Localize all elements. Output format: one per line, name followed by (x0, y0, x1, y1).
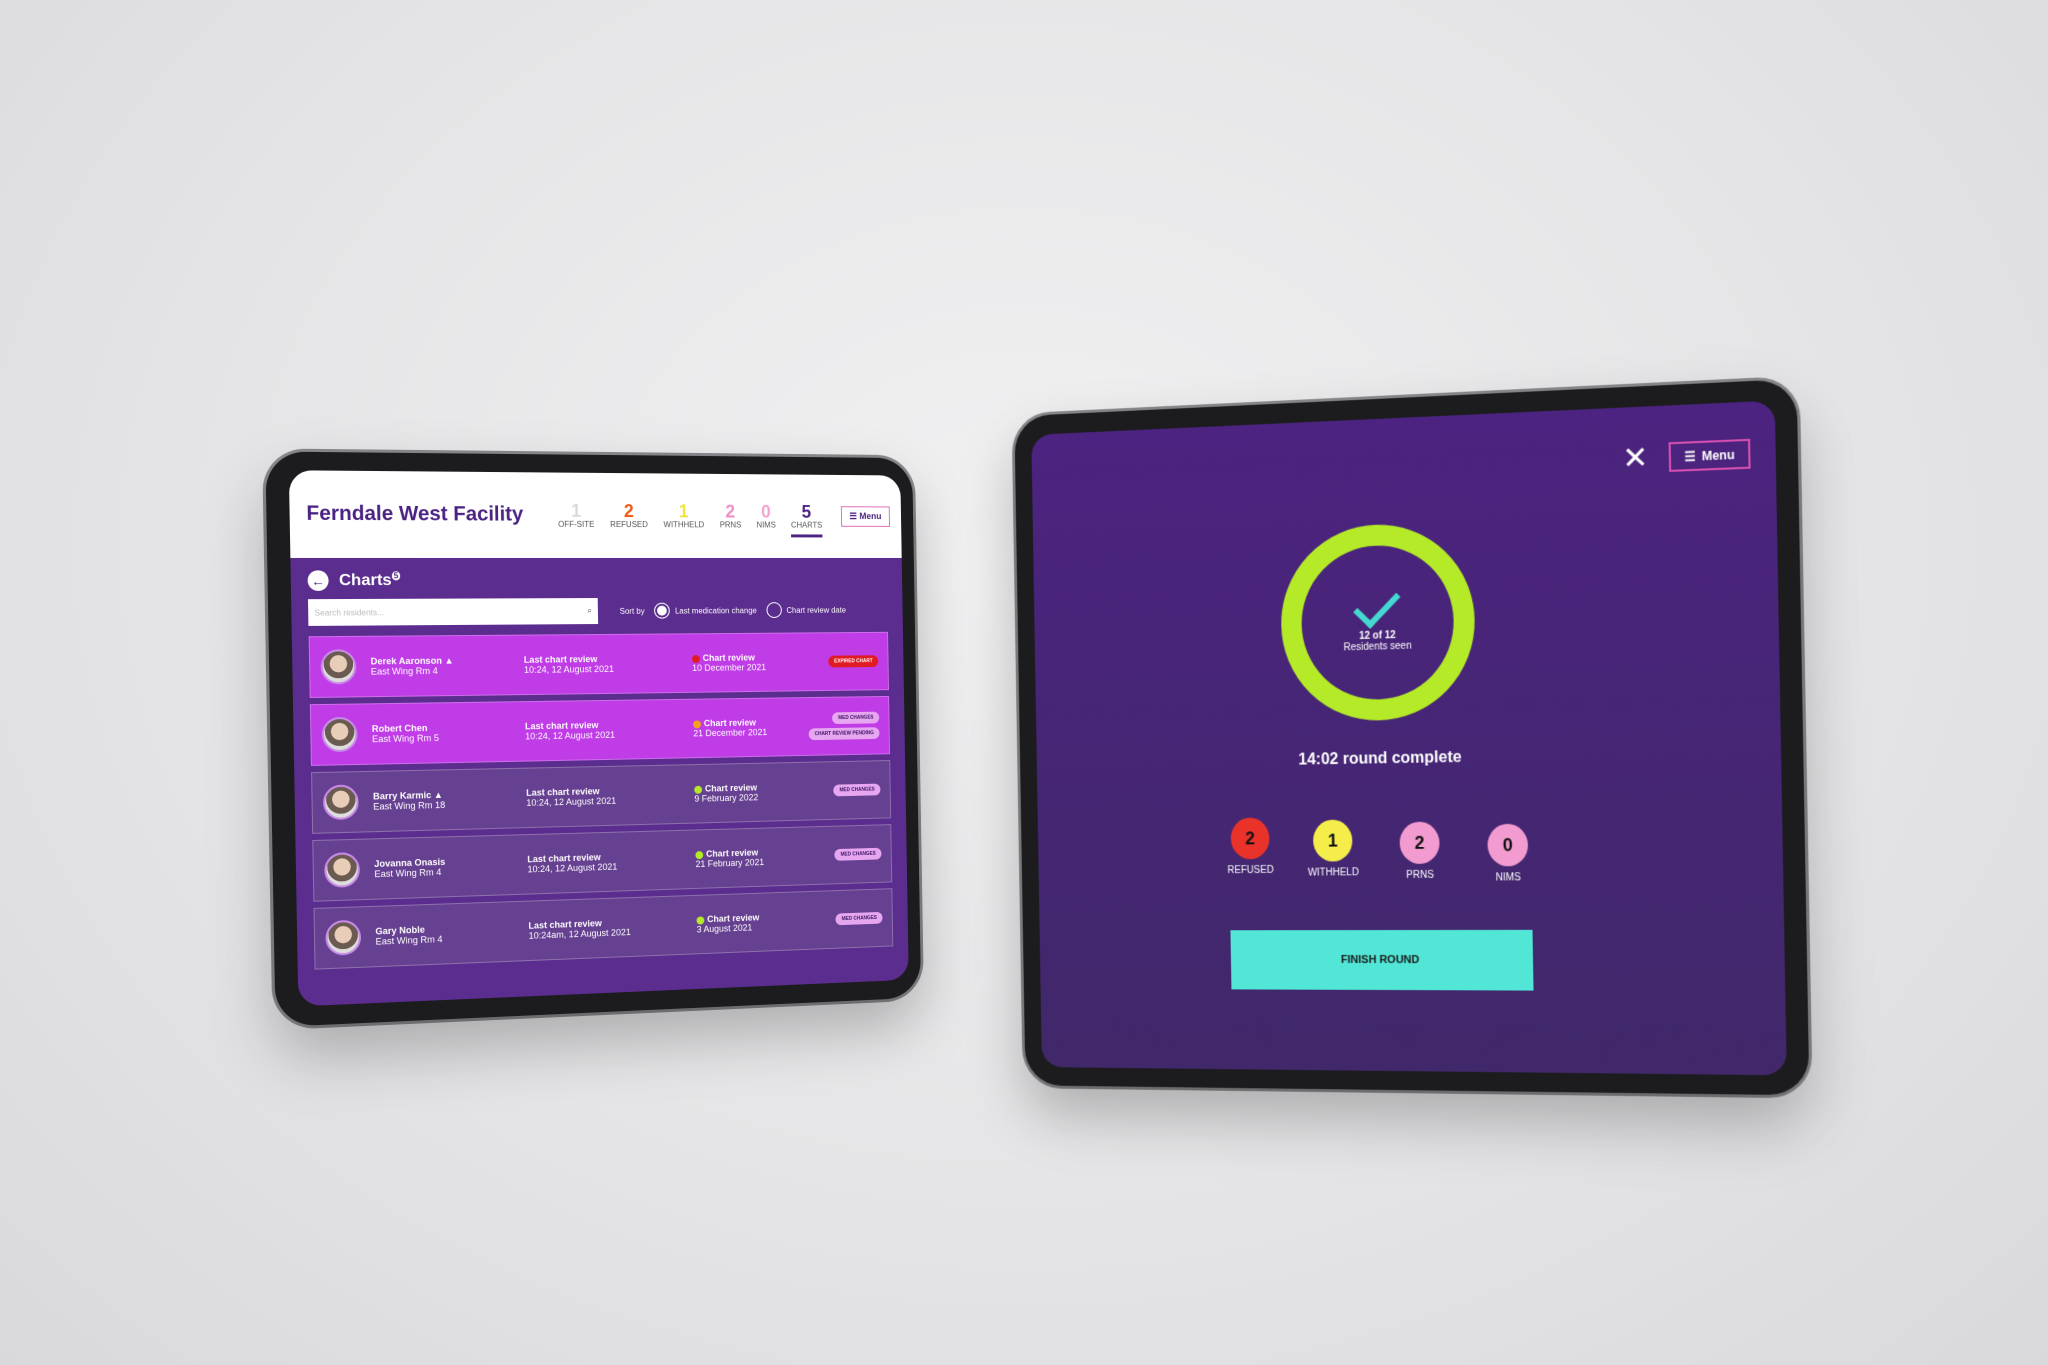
status-badge: EXPIRED CHART (828, 655, 879, 668)
stat-prns[interactable]: 2 PRNS (719, 501, 742, 530)
charts-count-badge: 5 (391, 571, 401, 581)
header: Ferndale West Facility 1 OFF-SITE 2 REFUSED… (288, 470, 902, 558)
review-date: 10 December 2021 (692, 662, 767, 673)
stat-label: OFF-SITE (557, 519, 595, 529)
stat-label: REFUSED (610, 519, 648, 530)
status-dot-icon (691, 654, 700, 663)
avatar (324, 852, 361, 889)
search-icon: ⌕ (587, 606, 593, 616)
seen-label: Residents seen (1343, 640, 1412, 654)
menu-label: Menu (1701, 447, 1735, 463)
progress-ring: 12 of 12 Residents seen (1279, 521, 1477, 723)
avatar (321, 716, 358, 753)
count-prns: 2 PRNS (1380, 821, 1461, 881)
status-badge: MED CHANGES (834, 847, 882, 861)
status-badge: MED CHANGES (832, 711, 880, 725)
status-dot-icon (695, 850, 704, 859)
stat-value: 5 (801, 502, 812, 522)
stat-label: WITHHELD (663, 520, 705, 530)
review-date: 9 February 2022 (694, 792, 759, 804)
status-badge: CHART REVIEW PENDING (808, 727, 880, 741)
sort-radio-last-med-change[interactable] (654, 602, 671, 619)
search-input[interactable]: Search residents... ⌕ (307, 598, 599, 626)
search-placeholder: Search residents... (314, 607, 385, 618)
resident-room: East Wing Rm 4 (370, 665, 438, 677)
stat-value: 2 (623, 501, 634, 522)
menu-button[interactable]: ☰ Menu (1668, 438, 1751, 472)
status-badge: MED CHANGES (833, 783, 881, 797)
stat-nims[interactable]: 0 NIMS (756, 501, 776, 530)
menu-label: Menu (859, 511, 882, 522)
review-label: Chart review (702, 652, 755, 663)
count-label: PRNS (1406, 869, 1435, 881)
status-dot-icon (694, 785, 703, 794)
checkmark-icon (1353, 580, 1401, 629)
resident-room: East Wing Rm 5 (371, 732, 440, 745)
sort-radio-chart-review-date[interactable] (766, 602, 782, 618)
status-dot-icon (693, 720, 702, 729)
facility-title: Ferndale West Facility (306, 502, 524, 526)
close-icon[interactable]: ✕ (1622, 441, 1649, 476)
last-review-date: 10:24, 12 August 2021 (525, 729, 616, 742)
resident-row[interactable]: Gary Noble East Wing Rm 4 Last chart revi… (313, 888, 894, 970)
stat-value: 0 (760, 501, 771, 522)
finish-round-button[interactable]: FINISH ROUND (1230, 929, 1534, 991)
count-nims: 0 NIMS (1467, 823, 1549, 884)
back-arrow-icon[interactable]: ← (307, 570, 329, 591)
count-value: 1 (1312, 819, 1353, 862)
stat-value: 1 (678, 501, 689, 522)
stat-off-site[interactable]: 1 OFF-SITE (557, 500, 595, 529)
avatar (320, 649, 357, 685)
stat-label: CHARTS (790, 520, 823, 530)
right-tablet: ✕ ☰ Menu 12 of 12 Residents seen 14:02 ro… (1014, 378, 1810, 1096)
count-value: 2 (1399, 821, 1440, 865)
stat-refused[interactable]: 2 REFUSED (610, 501, 648, 530)
status-badge: MED CHANGES (835, 911, 883, 926)
avatar (325, 919, 362, 956)
status-dot-icon (696, 916, 705, 925)
sort-by-label: Sort by (619, 606, 645, 616)
charts-title-text: Charts (338, 571, 392, 589)
sort-option-label: Chart review date (786, 605, 846, 615)
left-tablet: Ferndale West Facility 1 OFF-SITE 2 REFUSED… (265, 451, 922, 1028)
resident-row[interactable]: Barry Karmic ▲ East Wing Rm 18 Last chart… (311, 760, 892, 834)
stat-value: 2 (725, 501, 736, 522)
menu-button[interactable]: ☰ Menu (840, 506, 890, 527)
resident-row[interactable]: Jovanna Onasis East Wing Rm 4 Last chart … (312, 824, 893, 902)
stat-label: NIMS (756, 520, 776, 530)
resident-row[interactable]: Robert Chen East Wing Rm 5 Last chart rev… (309, 695, 891, 766)
stat-label: PRNS (719, 520, 742, 530)
sort-option-label: Last medication change (674, 605, 757, 616)
count-value: 0 (1487, 823, 1529, 867)
count-label: NIMS (1495, 872, 1522, 884)
count-withheld: 1 WITHHELD (1293, 819, 1372, 879)
last-review-date: 10:24, 12 August 2021 (523, 663, 614, 675)
hamburger-icon: ☰ (1684, 448, 1696, 464)
charts-screen: Ferndale West Facility 1 OFF-SITE 2 REFUSED… (288, 470, 909, 1007)
stat-charts[interactable]: 5 CHARTS (790, 502, 823, 530)
round-complete-text: 14:02 round complete (1298, 748, 1462, 769)
stat-value: 1 (570, 500, 582, 521)
count-label: REFUSED (1227, 864, 1274, 877)
avatar (322, 784, 359, 821)
resident-row[interactable]: Derek Aaronson ▲ East Wing Rm 4 Last char… (308, 631, 889, 699)
count-refused: 2 REFUSED (1211, 817, 1289, 876)
round-complete-screen: ✕ ☰ Menu 12 of 12 Residents seen 14:02 ro… (1031, 400, 1787, 1076)
charts-title: Charts 5 (339, 571, 401, 590)
review-date: 21 December 2021 (693, 727, 768, 739)
stat-withheld[interactable]: 1 WITHHELD (663, 501, 705, 530)
count-label: WITHHELD (1307, 867, 1359, 879)
count-value: 2 (1230, 817, 1270, 860)
